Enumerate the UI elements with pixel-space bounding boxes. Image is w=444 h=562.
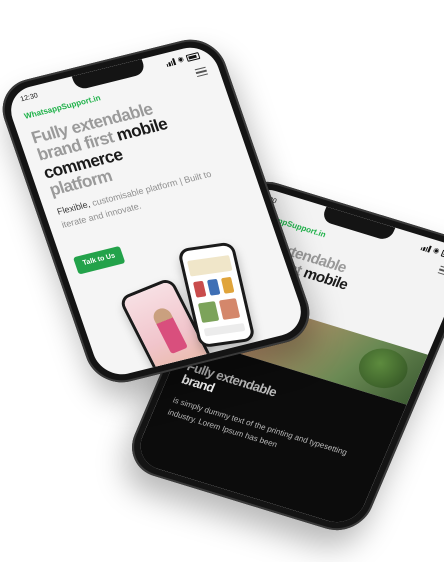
wifi-icon: ◉ <box>431 247 441 256</box>
signal-icon <box>165 57 176 67</box>
battery-icon <box>185 51 201 62</box>
hamburger-menu-icon[interactable] <box>194 66 208 78</box>
signal-icon <box>420 243 432 253</box>
phone-front: 12:30 ◉ WhatsappSupport.in Fully extenda… <box>0 32 319 390</box>
hamburger-menu-icon[interactable] <box>437 265 444 277</box>
plant-leaves <box>352 342 415 394</box>
talk-to-us-button[interactable]: Talk to Us <box>72 245 126 275</box>
wifi-icon: ◉ <box>176 55 185 65</box>
phone-front-screen: 12:30 ◉ WhatsappSupport.in Fully extenda… <box>3 42 309 380</box>
status-time: 12:30 <box>19 91 39 103</box>
